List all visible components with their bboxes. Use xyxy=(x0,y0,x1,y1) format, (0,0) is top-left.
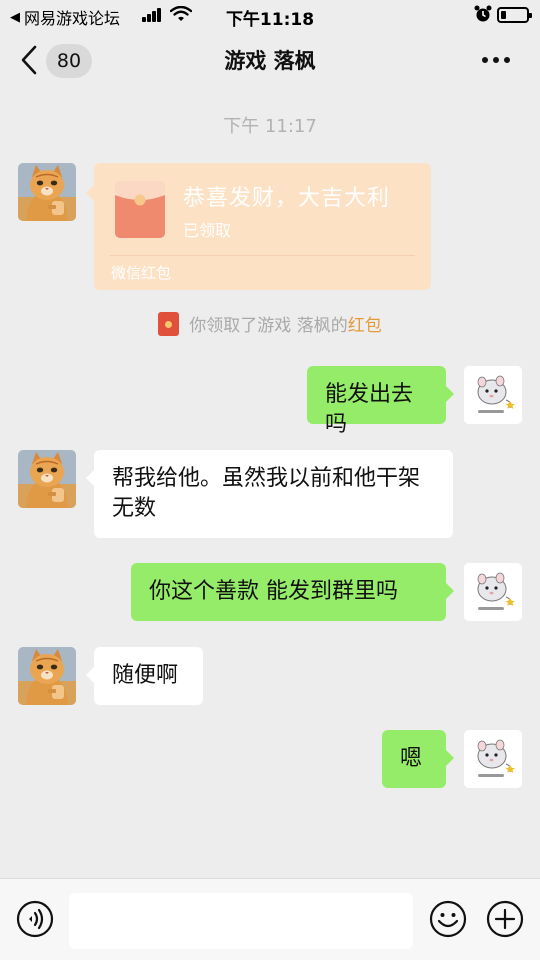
alarm-icon xyxy=(474,5,492,22)
red-packet-title: 恭喜发财，大吉大利 xyxy=(183,186,391,211)
more-icon[interactable] xyxy=(482,54,518,66)
battery-icon xyxy=(497,7,532,23)
red-envelope-icon xyxy=(115,181,165,238)
message-input[interactable] xyxy=(69,893,413,949)
plus-icon[interactable] xyxy=(486,900,524,938)
status-time: 下午11:18 xyxy=(225,10,315,30)
my-avatar[interactable] xyxy=(464,730,522,788)
contact-avatar[interactable] xyxy=(18,647,76,705)
my-avatar[interactable] xyxy=(464,366,522,424)
battery-level xyxy=(501,11,506,19)
contact-avatar[interactable] xyxy=(18,163,76,221)
status-bar: ◀ 网易游戏论坛 下午11:18 xyxy=(0,0,540,30)
divider xyxy=(110,255,415,256)
chat-title: 游戏 落枫 xyxy=(224,49,316,73)
red-packet-footer: 微信红包 xyxy=(111,264,172,282)
contact-avatar[interactable] xyxy=(18,450,76,508)
voice-icon[interactable] xyxy=(16,900,54,938)
emoji-icon[interactable] xyxy=(429,900,467,938)
my-avatar[interactable] xyxy=(464,563,522,621)
incoming-message-bubble[interactable]: 随便啊 xyxy=(86,647,203,705)
input-bar xyxy=(0,878,540,960)
system-message-text: 你领取了游戏 落枫的 xyxy=(189,316,348,336)
red-packet-link[interactable]: 红包 xyxy=(348,316,382,336)
red-packet-message[interactable]: 恭喜发财，大吉大利 已领取 微信红包 xyxy=(86,163,431,290)
outgoing-message-bubble[interactable]: 能发出去吗 xyxy=(307,366,454,437)
chat-header: 80 游戏 落枫 xyxy=(0,30,540,92)
red-envelope-small-icon xyxy=(158,312,180,336)
outgoing-message-bubble[interactable]: 嗯 xyxy=(382,730,454,788)
outgoing-message-bubble[interactable]: 你这个善款 能发到群里吗 xyxy=(131,563,454,621)
system-message: 你领取了游戏 落枫的红包 xyxy=(0,311,540,336)
incoming-message-bubble[interactable]: 帮我给他。虽然我以前和他干架无数 xyxy=(86,450,453,538)
red-packet-status: 已领取 xyxy=(183,221,232,240)
message-timestamp: 下午 11:17 xyxy=(223,116,317,137)
